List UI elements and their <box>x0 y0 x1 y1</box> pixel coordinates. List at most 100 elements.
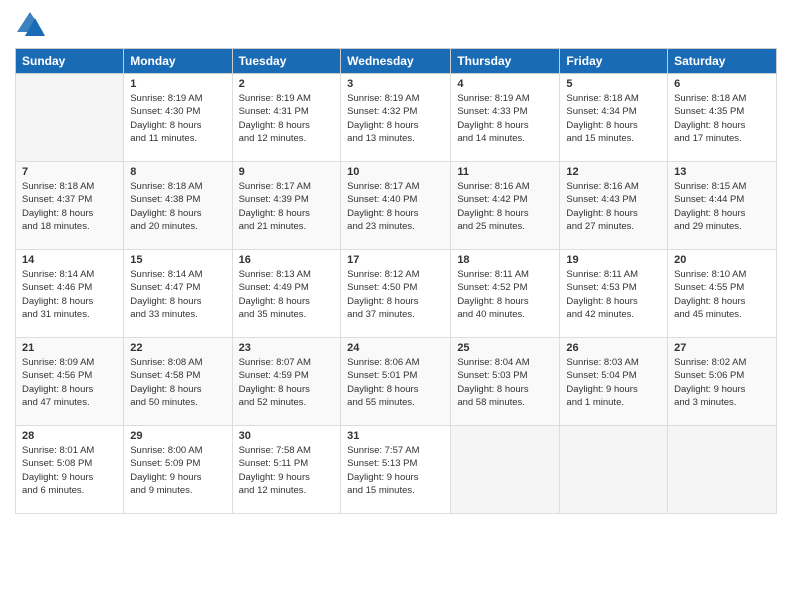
day-info: Sunrise: 8:14 AM Sunset: 4:47 PM Dayligh… <box>130 268 225 321</box>
day-info: Sunrise: 8:11 AM Sunset: 4:52 PM Dayligh… <box>457 268 553 321</box>
day-number: 22 <box>130 342 225 354</box>
day-number: 2 <box>239 78 335 90</box>
day-number: 6 <box>674 78 770 90</box>
calendar-cell: 2 Sunrise: 8:19 AM Sunset: 4:31 PM Daylig… <box>232 74 341 162</box>
calendar-cell: 9 Sunrise: 8:17 AM Sunset: 4:39 PM Daylig… <box>232 162 341 250</box>
day-number: 27 <box>674 342 770 354</box>
calendar-cell: 28 Sunrise: 8:01 AM Sunset: 5:08 PM Dayli… <box>16 426 124 514</box>
day-info: Sunrise: 8:00 AM Sunset: 5:09 PM Dayligh… <box>130 444 225 497</box>
day-number: 24 <box>347 342 444 354</box>
calendar-cell: 4 Sunrise: 8:19 AM Sunset: 4:33 PM Daylig… <box>451 74 560 162</box>
calendar-cell: 5 Sunrise: 8:18 AM Sunset: 4:34 PM Daylig… <box>560 74 668 162</box>
calendar-cell: 30 Sunrise: 7:58 AM Sunset: 5:11 PM Dayli… <box>232 426 341 514</box>
calendar-cell: 18 Sunrise: 8:11 AM Sunset: 4:52 PM Dayli… <box>451 250 560 338</box>
day-number: 5 <box>566 78 661 90</box>
calendar-cell: 11Sunrise: 8:16 AM Sunset: 4:42 PM Dayli… <box>451 162 560 250</box>
calendar-table: SundayMondayTuesdayWednesdayThursdayFrid… <box>15 48 777 514</box>
column-header-wednesday: Wednesday <box>341 49 451 74</box>
day-number: 11 <box>457 166 553 178</box>
column-header-monday: Monday <box>124 49 232 74</box>
day-info: Sunrise: 8:01 AM Sunset: 5:08 PM Dayligh… <box>22 444 117 497</box>
calendar-cell: 1 Sunrise: 8:19 AM Sunset: 4:30 PM Daylig… <box>124 74 232 162</box>
calendar-week-row: 14 Sunrise: 8:14 AM Sunset: 4:46 PM Dayli… <box>16 250 777 338</box>
calendar-cell: 8 Sunrise: 8:18 AM Sunset: 4:38 PM Daylig… <box>124 162 232 250</box>
day-info: Sunrise: 8:12 AM Sunset: 4:50 PM Dayligh… <box>347 268 444 321</box>
day-info: Sunrise: 8:18 AM Sunset: 4:38 PM Dayligh… <box>130 180 225 233</box>
day-info: Sunrise: 8:17 AM Sunset: 4:39 PM Dayligh… <box>239 180 335 233</box>
day-info: Sunrise: 8:19 AM Sunset: 4:32 PM Dayligh… <box>347 92 444 145</box>
day-info: Sunrise: 8:11 AM Sunset: 4:53 PM Dayligh… <box>566 268 661 321</box>
day-number: 15 <box>130 254 225 266</box>
calendar-cell <box>668 426 777 514</box>
calendar-cell: 15 Sunrise: 8:14 AM Sunset: 4:47 PM Dayli… <box>124 250 232 338</box>
calendar-header-row: SundayMondayTuesdayWednesdayThursdayFrid… <box>16 49 777 74</box>
calendar-cell: 31Sunrise: 7:57 AM Sunset: 5:13 PM Dayli… <box>341 426 451 514</box>
calendar-cell: 3 Sunrise: 8:19 AM Sunset: 4:32 PM Daylig… <box>341 74 451 162</box>
day-number: 19 <box>566 254 661 266</box>
calendar-cell: 29 Sunrise: 8:00 AM Sunset: 5:09 PM Dayli… <box>124 426 232 514</box>
day-info: Sunrise: 8:18 AM Sunset: 4:34 PM Dayligh… <box>566 92 661 145</box>
day-info: Sunrise: 8:08 AM Sunset: 4:58 PM Dayligh… <box>130 356 225 409</box>
day-info: Sunrise: 8:19 AM Sunset: 4:33 PM Dayligh… <box>457 92 553 145</box>
day-number: 1 <box>130 78 225 90</box>
calendar-cell <box>560 426 668 514</box>
day-number: 30 <box>239 430 335 442</box>
day-info: Sunrise: 8:19 AM Sunset: 4:31 PM Dayligh… <box>239 92 335 145</box>
day-info: Sunrise: 8:18 AM Sunset: 4:35 PM Dayligh… <box>674 92 770 145</box>
calendar-cell: 17 Sunrise: 8:12 AM Sunset: 4:50 PM Dayli… <box>341 250 451 338</box>
day-info: Sunrise: 8:09 AM Sunset: 4:56 PM Dayligh… <box>22 356 117 409</box>
day-number: 14 <box>22 254 117 266</box>
calendar-cell: 24 Sunrise: 8:06 AM Sunset: 5:01 PM Dayli… <box>341 338 451 426</box>
calendar-cell: 14 Sunrise: 8:14 AM Sunset: 4:46 PM Dayli… <box>16 250 124 338</box>
day-info: Sunrise: 8:15 AM Sunset: 4:44 PM Dayligh… <box>674 180 770 233</box>
day-number: 21 <box>22 342 117 354</box>
column-header-tuesday: Tuesday <box>232 49 341 74</box>
day-number: 26 <box>566 342 661 354</box>
column-header-saturday: Saturday <box>668 49 777 74</box>
day-number: 9 <box>239 166 335 178</box>
day-number: 8 <box>130 166 225 178</box>
day-info: Sunrise: 7:58 AM Sunset: 5:11 PM Dayligh… <box>239 444 335 497</box>
day-number: 23 <box>239 342 335 354</box>
column-header-friday: Friday <box>560 49 668 74</box>
day-number: 25 <box>457 342 553 354</box>
day-info: Sunrise: 8:07 AM Sunset: 4:59 PM Dayligh… <box>239 356 335 409</box>
calendar-cell: 6 Sunrise: 8:18 AM Sunset: 4:35 PM Daylig… <box>668 74 777 162</box>
day-number: 29 <box>130 430 225 442</box>
calendar-cell: 22 Sunrise: 8:08 AM Sunset: 4:58 PM Dayli… <box>124 338 232 426</box>
day-number: 13 <box>674 166 770 178</box>
calendar-cell: 23 Sunrise: 8:07 AM Sunset: 4:59 PM Dayli… <box>232 338 341 426</box>
calendar-cell: 10Sunrise: 8:17 AM Sunset: 4:40 PM Dayli… <box>341 162 451 250</box>
day-number: 28 <box>22 430 117 442</box>
day-info: Sunrise: 8:03 AM Sunset: 5:04 PM Dayligh… <box>566 356 661 409</box>
day-number: 4 <box>457 78 553 90</box>
calendar-cell: 7Sunrise: 8:18 AM Sunset: 4:37 PM Daylig… <box>16 162 124 250</box>
day-info: Sunrise: 8:06 AM Sunset: 5:01 PM Dayligh… <box>347 356 444 409</box>
calendar-cell: 20Sunrise: 8:10 AM Sunset: 4:55 PM Dayli… <box>668 250 777 338</box>
day-number: 16 <box>239 254 335 266</box>
calendar-cell: 13 Sunrise: 8:15 AM Sunset: 4:44 PM Dayli… <box>668 162 777 250</box>
day-info: Sunrise: 8:16 AM Sunset: 4:43 PM Dayligh… <box>566 180 661 233</box>
day-info: Sunrise: 8:19 AM Sunset: 4:30 PM Dayligh… <box>130 92 225 145</box>
logo <box>15 10 49 40</box>
day-number: 17 <box>347 254 444 266</box>
calendar-week-row: 28 Sunrise: 8:01 AM Sunset: 5:08 PM Dayli… <box>16 426 777 514</box>
calendar-cell: 27 Sunrise: 8:02 AM Sunset: 5:06 PM Dayli… <box>668 338 777 426</box>
header <box>15 10 777 40</box>
calendar-cell: 16 Sunrise: 8:13 AM Sunset: 4:49 PM Dayli… <box>232 250 341 338</box>
calendar-cell <box>16 74 124 162</box>
day-info: Sunrise: 8:13 AM Sunset: 4:49 PM Dayligh… <box>239 268 335 321</box>
day-info: Sunrise: 8:18 AM Sunset: 4:37 PM Dayligh… <box>22 180 117 233</box>
day-info: Sunrise: 8:14 AM Sunset: 4:46 PM Dayligh… <box>22 268 117 321</box>
day-number: 3 <box>347 78 444 90</box>
day-info: Sunrise: 8:02 AM Sunset: 5:06 PM Dayligh… <box>674 356 770 409</box>
day-info: Sunrise: 7:57 AM Sunset: 5:13 PM Dayligh… <box>347 444 444 497</box>
calendar-cell <box>451 426 560 514</box>
calendar-week-row: 7Sunrise: 8:18 AM Sunset: 4:37 PM Daylig… <box>16 162 777 250</box>
column-header-thursday: Thursday <box>451 49 560 74</box>
calendar-cell: 21 Sunrise: 8:09 AM Sunset: 4:56 PM Dayli… <box>16 338 124 426</box>
day-number: 18 <box>457 254 553 266</box>
calendar-week-row: 21 Sunrise: 8:09 AM Sunset: 4:56 PM Dayli… <box>16 338 777 426</box>
day-info: Sunrise: 8:17 AM Sunset: 4:40 PM Dayligh… <box>347 180 444 233</box>
calendar-cell: 26 Sunrise: 8:03 AM Sunset: 5:04 PM Dayli… <box>560 338 668 426</box>
